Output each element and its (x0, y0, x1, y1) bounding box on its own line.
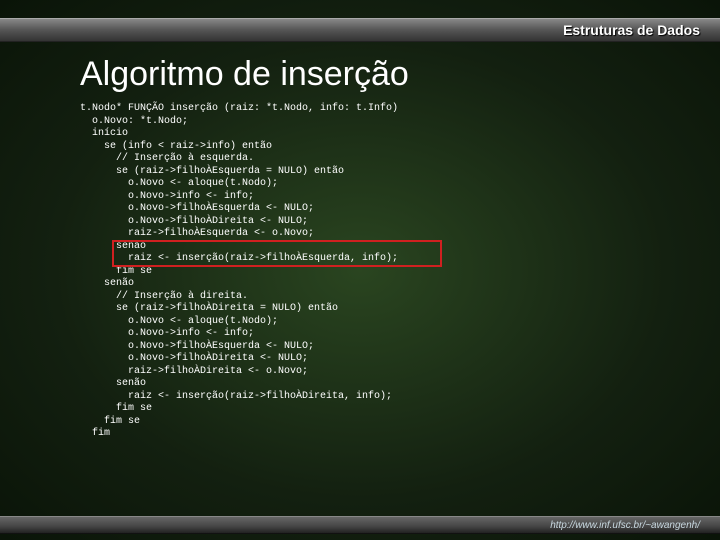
code-line: o.Novo <- aloque(t.Nodo); (80, 178, 680, 191)
code-line: o.Novo->info <- info; (80, 328, 680, 341)
code-line: se (info < raiz->info) então (80, 141, 680, 154)
code-line: se (raiz->filhoÀDireita = NULO) então (80, 303, 680, 316)
header-bar: Estruturas de Dados (0, 18, 720, 42)
code-line: o.Novo: *t.Nodo; (80, 116, 680, 129)
code-line: fim se (80, 403, 680, 416)
code-line: o.Novo->info <- info; (80, 191, 680, 204)
footer-url: http://www.inf.ufsc.br/~awangenh/ (550, 520, 700, 531)
code-line: fim se (80, 266, 680, 279)
code-line: raiz <- inserção(raiz->filhoÀDireita, in… (80, 391, 680, 404)
code-line: fim (80, 428, 680, 441)
header-title: Estruturas de Dados (563, 22, 700, 38)
code-line: o.Novo->filhoÀEsquerda <- NULO; (80, 341, 680, 354)
code-line: senão (80, 378, 680, 391)
code-line: início (80, 128, 680, 141)
code-line: senão (80, 241, 680, 254)
code-line: o.Novo->filhoÀEsquerda <- NULO; (80, 203, 680, 216)
code-line: t.Nodo* FUNÇÃO inserção (raiz: *t.Nodo, … (80, 103, 680, 116)
footer-bar: http://www.inf.ufsc.br/~awangenh/ (0, 516, 720, 534)
code-line: o.Novo->filhoÀDireita <- NULO; (80, 216, 680, 229)
slide: Estruturas de Dados Algoritmo de inserçã… (0, 0, 720, 540)
code-line: o.Novo <- aloque(t.Nodo); (80, 316, 680, 329)
code-line: senão (80, 278, 680, 291)
code-block: t.Nodo* FUNÇÃO inserção (raiz: *t.Nodo, … (80, 103, 680, 441)
code-line: raiz->filhoÀDireita <- o.Novo; (80, 366, 680, 379)
code-line: // Inserção à esquerda. (80, 153, 680, 166)
content-area: Algoritmo de inserção t.Nodo* FUNÇÃO ins… (80, 56, 680, 500)
code-line: se (raiz->filhoÀEsquerda = NULO) então (80, 166, 680, 179)
code-line: raiz->filhoÀEsquerda <- o.Novo; (80, 228, 680, 241)
code-line: // Inserção à direita. (80, 291, 680, 304)
slide-title: Algoritmo de inserção (80, 56, 680, 93)
code-line: o.Novo->filhoÀDireita <- NULO; (80, 353, 680, 366)
code-line: raiz <- inserção(raiz->filhoÀEsquerda, i… (80, 253, 680, 266)
code-line: fim se (80, 416, 680, 429)
